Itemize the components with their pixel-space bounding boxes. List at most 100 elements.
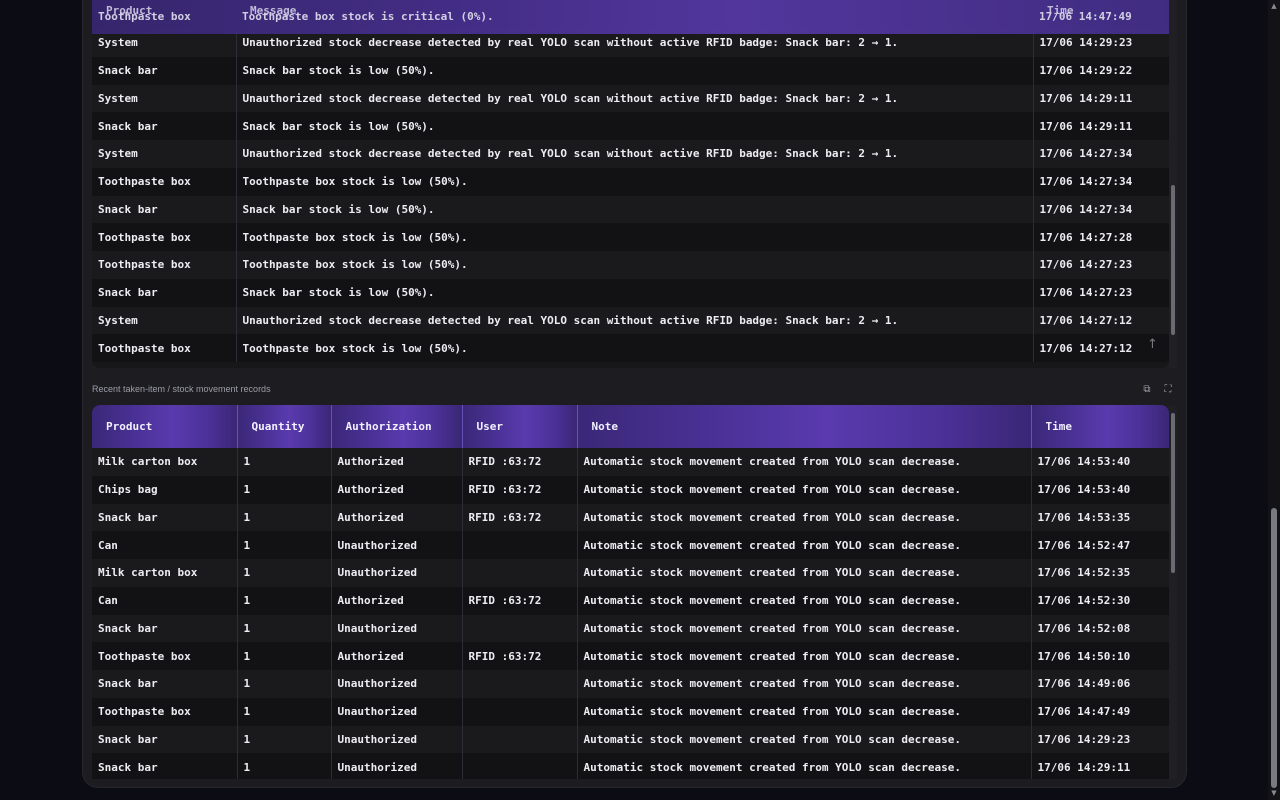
movement-product-cell: Toothpaste box	[92, 642, 238, 670]
movement-note-cell: Automatic stock movement created from YO…	[577, 586, 1032, 615]
alert-message-cell: Toothpaste box stock is low (50%).	[236, 251, 1034, 279]
col-header-note[interactable]: Note	[577, 405, 1032, 448]
movement-note-cell: Automatic stock movement created from YO…	[577, 614, 1032, 643]
alerts-scrollbar[interactable]	[1169, 0, 1177, 368]
movement-authorization-cell: Unauthorized	[331, 725, 463, 754]
movement-authorization-cell: Authorized	[331, 503, 463, 532]
alert-product-cell: Snack bar	[92, 278, 237, 307]
page-scrollbar-thumb[interactable]	[1271, 508, 1277, 788]
movement-time-cell: 17/06 14:53:40	[1031, 475, 1169, 504]
partial-row-message: Toothpaste box stock is critical (0%).	[242, 10, 494, 23]
alert-product-cell: Toothpaste box	[92, 223, 237, 251]
movement-product-cell: Toothpaste box	[92, 697, 238, 726]
page-scrollbar[interactable]: ▲ ▼	[1268, 0, 1280, 800]
alerts-scrollbar-thumb[interactable]	[1171, 185, 1175, 335]
expand-icon[interactable]: ⛶	[1162, 384, 1174, 396]
movement-note-cell: Automatic stock movement created from YO…	[577, 725, 1032, 754]
movement-note-cell: Automatic stock movement created from YO…	[577, 697, 1032, 726]
scroll-down-icon[interactable]: ▼	[1270, 789, 1278, 797]
alerts-table-header: Product Toothpaste box Message Toothpast…	[92, 0, 1169, 34]
movement-product-cell: Snack bar	[92, 725, 238, 754]
alert-time-cell: 17/06 14:29:11	[1033, 84, 1169, 113]
movement-row: Can 1 Unauthorized Automatic stock movement…	[92, 531, 1169, 559]
arrow-up-icon[interactable]: ↑	[1147, 337, 1158, 352]
partial-row-time: 17/06 14:47:49	[1039, 10, 1132, 23]
movement-user-cell: RFID :63:72	[462, 475, 578, 504]
movement-user-cell	[462, 697, 578, 726]
alert-time-cell: 17/06 14:27:28	[1033, 223, 1169, 251]
movement-row: Snack bar 1 Unauthorized Automatic stock mo…	[92, 725, 1169, 754]
movement-authorization-cell: Unauthorized	[331, 670, 463, 698]
movement-authorization-cell: Unauthorized	[331, 559, 463, 587]
alert-product-cell: System	[92, 84, 237, 113]
movement-time-cell: 17/06 14:49:06	[1031, 670, 1169, 698]
alert-message-cell: Snack bar stock is low (50%).	[236, 195, 1034, 224]
col-header-authorization[interactable]: Authorization	[331, 405, 463, 448]
movement-product-cell: Snack bar	[92, 503, 238, 532]
movement-user-cell	[462, 531, 578, 559]
alert-time-cell: 17/06 14:29:11	[1033, 112, 1169, 140]
alert-product-cell: Snack bar	[92, 112, 237, 140]
alert-message-cell: Unauthorized stock decrease detected by …	[236, 84, 1034, 113]
movement-row: Chips bag 1 Authorized RFID :63:72 Automatic…	[92, 475, 1169, 504]
col-header-quantity[interactable]: Quantity	[237, 405, 332, 448]
movement-authorization-cell: Unauthorized	[331, 697, 463, 726]
movement-product-cell: Snack bar	[92, 753, 238, 779]
alert-row: Snack bar Snack bar stock is low (50%). 17…	[92, 278, 1169, 307]
movement-note-cell: Automatic stock movement created from YO…	[577, 475, 1032, 504]
alert-message-cell: Unauthorized stock decrease detected by …	[236, 140, 1034, 168]
col-header-product[interactable]: Product	[92, 405, 238, 448]
movement-user-cell	[462, 725, 578, 754]
alert-time-cell: 17/06 14:27:23	[1033, 251, 1169, 279]
scroll-up-icon[interactable]: ▲	[1270, 2, 1278, 10]
movement-user-cell	[462, 753, 578, 779]
movement-time-cell: 17/06 14:52:47	[1031, 531, 1169, 559]
movement-row: Toothpaste box 1 Unauthorized Automatic sto…	[92, 697, 1169, 726]
movement-quantity-cell: 1	[237, 614, 332, 643]
movement-time-cell: 17/06 14:52:30	[1031, 586, 1169, 615]
movement-row: Snack bar 1 Unauthorized Automatic stock mo…	[92, 614, 1169, 643]
movement-authorization-cell: Unauthorized	[331, 531, 463, 559]
movement-time-cell: 17/06 14:50:10	[1031, 642, 1169, 670]
movements-table: Product Quantity Authorization User Note…	[92, 405, 1169, 779]
movements-table-container[interactable]: Product Quantity Authorization User Note…	[92, 405, 1169, 779]
movements-section-label: Recent taken-item / stock movement recor…	[92, 384, 271, 394]
movement-quantity-cell: 1	[237, 559, 332, 587]
movement-product-cell: Milk carton box	[92, 559, 238, 587]
movement-row: Toothpaste box 1 Authorized RFID :63:72 Auto…	[92, 642, 1169, 670]
alert-product-cell: System	[92, 306, 237, 335]
movements-scrollbar[interactable]	[1169, 405, 1177, 779]
movement-product-cell: Snack bar	[92, 614, 238, 643]
col-header-user[interactable]: User	[462, 405, 578, 448]
movement-quantity-cell: 1	[237, 670, 332, 698]
movement-time-cell: 17/06 14:52:08	[1031, 614, 1169, 643]
partial-row-product: Toothpaste box	[98, 10, 191, 23]
alert-message-cell: Snack bar stock is low (50%).	[236, 56, 1034, 85]
alert-row: System Unauthorized stock decrease detect…	[92, 84, 1169, 113]
alerts-table-container[interactable]: System Unauthorized stock decrease detect…	[92, 0, 1169, 368]
alert-row: Toothpaste box Toothpaste box stock is lo…	[92, 167, 1169, 196]
movement-product-cell: Milk carton box	[92, 448, 238, 476]
movement-product-cell: Can	[92, 586, 238, 615]
movement-time-cell: 17/06 14:29:11	[1031, 753, 1169, 779]
movement-note-cell: Automatic stock movement created from YO…	[577, 531, 1032, 559]
alert-message-cell: Snack bar stock is low (50%).	[236, 112, 1034, 140]
alert-time-cell: 17/06 14:27:34	[1033, 167, 1169, 196]
movement-note-cell: Automatic stock movement created from YO…	[577, 448, 1032, 476]
movements-scrollbar-thumb[interactable]	[1171, 413, 1175, 573]
movement-row: Snack bar 1 Authorized RFID :63:72 Automatic…	[92, 503, 1169, 532]
movement-user-cell	[462, 614, 578, 643]
copy-icon[interactable]: ⧉	[1141, 384, 1153, 396]
alert-time-cell: 17/06 14:29:22	[1033, 56, 1169, 85]
movement-user-cell: RFID :63:72	[462, 642, 578, 670]
alert-message-cell: Toothpaste box stock is low (50%).	[236, 334, 1034, 362]
movement-row: Snack bar 1 Unauthorized Automatic stock mo…	[92, 753, 1169, 779]
alerts-table: System Unauthorized stock decrease detect…	[92, 29, 1169, 362]
alert-row: Toothpaste box Toothpaste box stock is lo…	[92, 223, 1169, 251]
movements-header-row: Product Quantity Authorization User Note…	[92, 405, 1169, 448]
alert-message-cell: Unauthorized stock decrease detected by …	[236, 306, 1034, 335]
movement-authorization-cell: Unauthorized	[331, 614, 463, 643]
alert-message-cell: Toothpaste box stock is low (50%).	[236, 167, 1034, 196]
movement-product-cell: Chips bag	[92, 475, 238, 504]
col-header-time[interactable]: Time	[1031, 405, 1169, 448]
